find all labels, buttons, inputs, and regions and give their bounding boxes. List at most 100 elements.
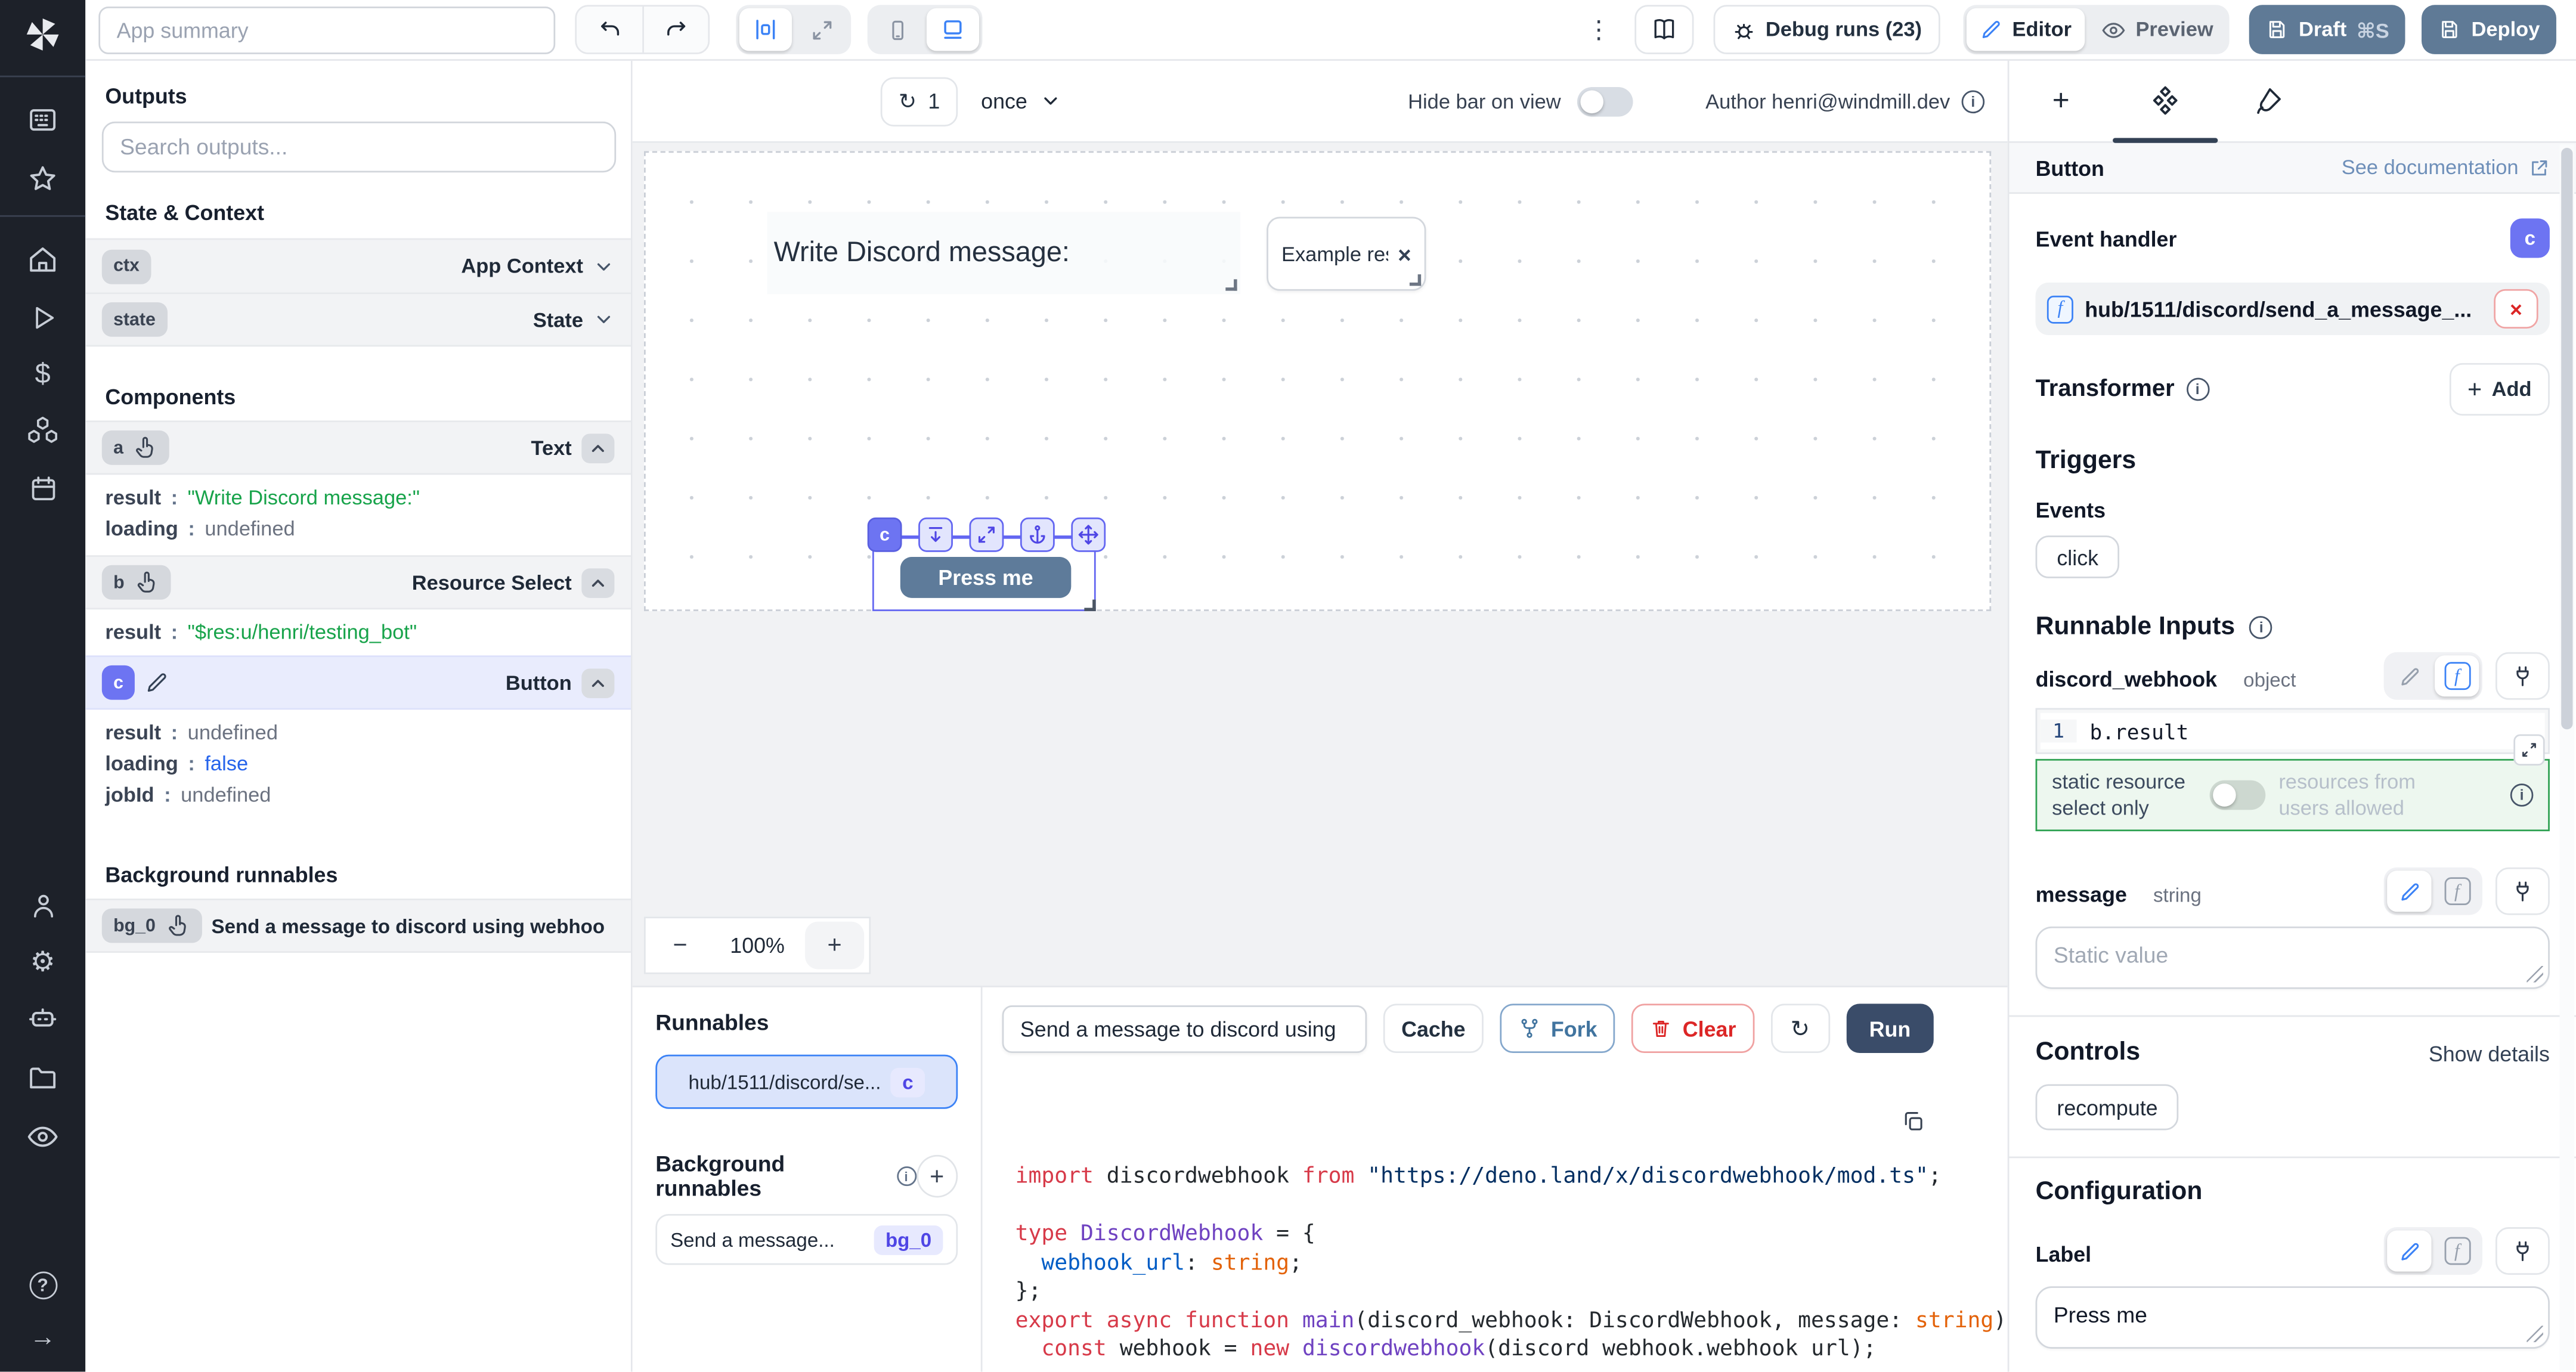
collapse-button[interactable] [581,433,614,463]
collapse-button[interactable] [581,568,614,597]
move-icon[interactable] [1071,518,1106,552]
connect-function-icon[interactable]: f [2435,871,2479,912]
workers-robot-icon[interactable] [26,1002,59,1035]
interval-dropdown[interactable]: once [981,89,1062,113]
plug-icon[interactable] [2496,652,2550,700]
resource-select-component[interactable]: Example resou... × [1267,217,1426,291]
message-static-value-textarea[interactable]: Static value [2036,927,2550,989]
static-resource-toggle[interactable] [2210,781,2266,810]
copy-code-icon[interactable] [1901,1109,1925,1133]
draft-button[interactable]: Draft ⌘S [2249,5,2405,54]
right-panel-scrollbar[interactable] [2559,144,2574,1370]
help-icon[interactable]: ? [29,1271,57,1299]
hide-bar-toggle[interactable] [1577,86,1633,116]
folders-icon[interactable] [26,1061,59,1094]
info-icon[interactable]: i [896,1166,916,1186]
output-row[interactable]: loading:undefined [85,513,631,544]
remove-handler-button[interactable]: × [2494,289,2538,329]
plug-icon[interactable] [2496,1227,2550,1275]
button-component[interactable]: Press me [900,557,1072,598]
add-background-runnable-button[interactable]: + [916,1155,958,1198]
resize-handle[interactable] [1225,279,1237,290]
undo-button[interactable] [577,7,642,52]
output-row[interactable]: result:"Write Discord message:" [85,481,631,512]
event-click-chip[interactable]: click [2036,535,2120,578]
selected-component-outline[interactable]: c Press me [872,535,1096,611]
resize-handle[interactable] [1410,274,1421,286]
component-a-row[interactable]: a Text [85,420,631,475]
redo-button[interactable] [642,7,708,52]
output-row[interactable]: result:"$res:u/henri/testing_bot" [85,616,631,647]
plug-icon[interactable] [2496,868,2550,915]
output-row[interactable]: jobId:undefined [85,779,631,810]
debug-runs-button[interactable]: Debug runs (23) [1713,5,1940,54]
schedules-calendar-icon[interactable] [27,473,58,504]
runnable-item-selected[interactable]: hub/1511/discord/se... c [655,1055,958,1109]
textarea-resize-grip[interactable] [2527,966,2543,983]
tab-preview[interactable]: Preview [2088,8,2227,51]
info-icon[interactable]: i [2250,616,2273,639]
runnable-name-input[interactable] [1002,1005,1367,1052]
text-component[interactable]: Write Discord message: [767,212,1240,294]
fullwidth-expand-button[interactable] [795,8,847,51]
more-options-kebab-icon[interactable]: ⋮ [1577,15,1621,45]
tab-editor[interactable]: Editor [1966,8,2085,51]
code-editor[interactable]: import discordwebhook from "https://deno… [983,1066,2008,1358]
bg0-row[interactable]: bg_0 Send a message to discord using web… [85,899,631,953]
app-canvas[interactable]: Write Discord message: Example resou... … [644,151,1991,611]
component-c-row[interactable]: c Button [85,655,631,710]
favorites-star-icon[interactable] [26,163,59,196]
expression-value[interactable]: b.result [2076,718,2188,743]
label-value-textarea[interactable]: Press me [2036,1286,2550,1349]
event-handler-item[interactable]: f hub/1511/discord/send_a_message_... × [2036,283,2550,335]
insert-below-icon[interactable] [918,518,953,552]
component-id-chip[interactable]: c [868,518,902,552]
audit-eye-icon[interactable] [26,1120,59,1153]
variables-dollar-icon[interactable]: $ [35,360,51,388]
cache-button[interactable]: Cache [1383,1004,1484,1053]
refresh-code-button[interactable]: ↻ [1770,1004,1829,1053]
state-row[interactable]: state State [85,292,631,346]
expression-editor[interactable]: 1 b.result [2036,708,2550,754]
component-b-row[interactable]: b Resource Select [85,555,631,609]
info-icon[interactable]: i [2186,378,2209,401]
ctx-row[interactable]: ctx App Context [85,238,631,292]
chevron-down-icon[interactable] [593,255,615,277]
zoom-out-button[interactable]: − [651,922,710,970]
clear-button[interactable]: Clear [1631,1004,1754,1053]
static-pencil-icon[interactable] [2387,1231,2431,1272]
output-row[interactable]: result:undefined [85,716,631,747]
settings-gear-icon[interactable]: ⚙ [30,948,55,976]
deploy-button[interactable]: Deploy [2422,5,2556,54]
app-summary-input[interactable] [98,6,555,54]
zoom-in-button[interactable]: + [805,922,864,970]
centered-layout-button[interactable] [739,8,792,51]
refresh-count-button[interactable]: ↻ 1 [881,76,958,126]
show-details-link[interactable]: Show details [2429,1040,2550,1065]
run-button[interactable]: Run [1846,1004,1934,1053]
runs-play-icon[interactable] [27,302,58,333]
scrollbar-thumb[interactable] [2561,148,2572,729]
static-pencil-icon[interactable] [2387,871,2431,912]
recompute-chip[interactable]: recompute [2036,1084,2179,1130]
home-icon[interactable] [26,243,59,276]
resize-handle[interactable] [1084,600,1095,611]
desktop-view-button[interactable] [927,8,979,51]
connect-function-icon[interactable]: f [2435,655,2479,696]
expand-editor-button[interactable] [2513,735,2544,766]
add-transformer-button[interactable]: + Add [2450,363,2550,416]
apps-icon[interactable] [26,104,59,137]
info-icon[interactable]: i [1962,89,1985,113]
anchor-icon[interactable] [1020,518,1055,552]
static-pencil-icon[interactable] [2387,655,2431,696]
see-documentation-link[interactable]: See documentation [2342,156,2550,179]
output-row[interactable]: loading:false [85,748,631,779]
insert-component-tab[interactable]: + [2009,84,2113,119]
styling-tab[interactable] [2216,85,2320,116]
clear-select-icon[interactable]: × [1398,241,1411,267]
mobile-view-button[interactable] [871,8,923,51]
expand-component-icon[interactable] [970,518,1004,552]
users-person-icon[interactable] [27,890,58,921]
windmill-logo-icon[interactable] [21,13,64,56]
chevron-down-icon[interactable] [593,309,615,330]
